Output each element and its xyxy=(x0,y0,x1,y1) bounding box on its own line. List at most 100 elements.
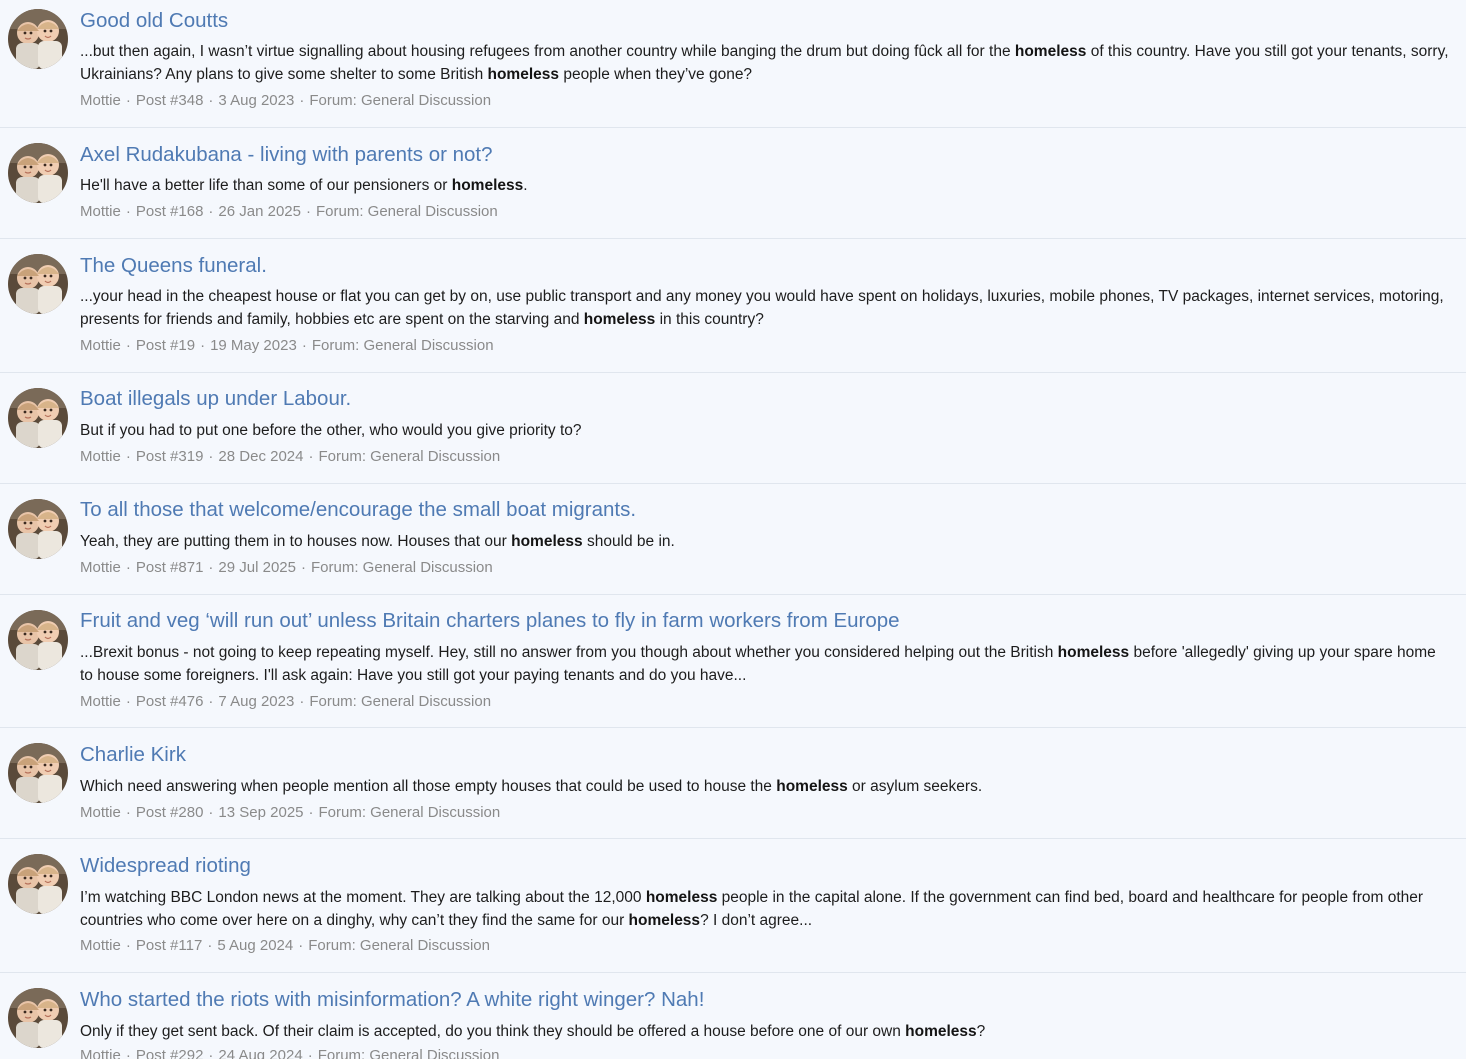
result-title-link[interactable]: Widespread rioting xyxy=(80,854,251,878)
meta-separator: · xyxy=(208,804,214,821)
result-title-link[interactable]: Good old Coutts xyxy=(80,9,228,33)
post-number-link[interactable]: Post #348 xyxy=(136,92,204,109)
author-link[interactable]: Mottie xyxy=(80,693,121,710)
author-link[interactable]: Mottie xyxy=(80,337,121,354)
avatar[interactable] xyxy=(8,9,68,69)
meta-separator: · xyxy=(208,693,214,710)
post-date-link[interactable]: 24 Aug 2024 xyxy=(218,1047,302,1059)
avatar[interactable] xyxy=(8,254,68,314)
forum-link[interactable]: Forum: General Discussion xyxy=(311,559,493,576)
result-meta: Mottie · Post #319 · 28 Dec 2024 · Forum: Gene… xyxy=(80,447,500,467)
result-title-link[interactable]: Axel Rudakubana - living with parents or… xyxy=(80,143,493,167)
meta-separator: · xyxy=(208,448,214,465)
snippet-text: . xyxy=(523,177,528,194)
result-title-link[interactable]: Who started the riots with misinformatio… xyxy=(80,988,704,1012)
result-title-link[interactable]: Fruit and veg ‘will run out’ unless Brit… xyxy=(80,609,900,633)
forum-link[interactable]: Forum: General Discussion xyxy=(308,937,490,954)
forum-link[interactable]: Forum: General Discussion xyxy=(319,804,501,821)
post-number-link[interactable]: Post #117 xyxy=(136,937,202,954)
author-link[interactable]: Mottie xyxy=(80,559,121,576)
result-title-link[interactable]: The Queens funeral. xyxy=(80,254,267,278)
meta-separator: · xyxy=(308,804,314,821)
forum-link[interactable]: Forum: General Discussion xyxy=(319,448,501,465)
post-date-link[interactable]: 3 Aug 2023 xyxy=(218,92,294,109)
author-link[interactable]: Mottie xyxy=(80,804,121,821)
search-result-item: Widespread rioting I’m watching BBC Londo… xyxy=(0,839,1466,973)
search-result-item: To all those that welcome/encourage the … xyxy=(0,484,1466,595)
post-date-link[interactable]: 7 Aug 2023 xyxy=(218,693,294,710)
author-link[interactable]: Mottie xyxy=(80,937,121,954)
meta-separator: · xyxy=(125,92,131,109)
meta-separator: · xyxy=(207,937,213,954)
result-meta: Mottie · Post #117 · 5 Aug 2024 · Forum: Gener… xyxy=(80,936,490,956)
author-link[interactable]: Mottie xyxy=(80,203,121,220)
meta-separator: · xyxy=(125,1047,131,1059)
avatar[interactable] xyxy=(8,610,68,670)
author-link[interactable]: Mottie xyxy=(80,448,121,465)
post-number-link[interactable]: Post #292 xyxy=(136,1047,204,1059)
meta-separator: · xyxy=(208,92,214,109)
meta-separator: · xyxy=(125,693,131,710)
highlighted-term: homeless xyxy=(645,889,718,906)
result-snippet: ...but then again, I wasn’t virtue signa… xyxy=(80,40,1452,86)
search-result-item: The Queens funeral. ...your head in the c… xyxy=(0,239,1466,373)
author-link[interactable]: Mottie xyxy=(80,92,121,109)
result-snippet: Which need answering when people mention… xyxy=(80,775,1452,798)
result-meta: Mottie · Post #476 · 7 Aug 2023 · Forum: Gener… xyxy=(80,692,491,712)
snippet-text: should be in. xyxy=(582,533,675,550)
snippet-text: ? xyxy=(976,1023,986,1040)
search-result-item: Axel Rudakubana - living with parents or… xyxy=(0,128,1466,239)
post-number-link[interactable]: Post #319 xyxy=(136,448,204,465)
result-title-link[interactable]: To all those that welcome/encourage the … xyxy=(80,498,636,522)
highlighted-term: homeless xyxy=(451,177,524,194)
post-number-link[interactable]: Post #19 xyxy=(136,337,195,354)
meta-separator: · xyxy=(306,203,311,220)
snippet-text: people when they’ve gone? xyxy=(559,66,753,83)
meta-separator: · xyxy=(125,203,131,220)
result-meta: Mottie · Post #348 · 3 Aug 2023 · Forum: Gener… xyxy=(80,91,491,111)
meta-separator: · xyxy=(299,92,305,109)
forum-link[interactable]: Forum: General Discussion xyxy=(312,337,494,354)
meta-separator: · xyxy=(208,559,214,576)
post-date-link[interactable]: 13 Sep 2025 xyxy=(218,804,303,821)
meta-separator: · xyxy=(308,448,314,465)
avatar[interactable] xyxy=(8,143,68,203)
post-date-link[interactable]: 28 Dec 2024 xyxy=(218,448,303,465)
meta-separator: · xyxy=(301,559,306,576)
result-title-link[interactable]: Charlie Kirk xyxy=(80,743,186,767)
result-meta: Mottie · Post #19 · 19 May 2023 · Forum: Gener… xyxy=(80,336,494,356)
post-number-link[interactable]: Post #476 xyxy=(136,693,204,710)
result-snippet: ...Brexit bonus - not going to keep repe… xyxy=(80,641,1452,687)
post-date-link[interactable]: 5 Aug 2024 xyxy=(217,937,293,954)
post-date-link[interactable]: 29 Jul 2025 xyxy=(218,559,296,576)
snippet-text: ...but then again, I wasn’t virtue signa… xyxy=(80,43,1015,60)
result-snippet: Only if they get sent back. Of their cla… xyxy=(80,1020,1452,1043)
forum-link[interactable]: Forum: General Discussion xyxy=(309,92,491,109)
post-number-link[interactable]: Post #168 xyxy=(136,203,204,220)
avatar[interactable] xyxy=(8,854,68,914)
result-meta: Mottie · Post #871 · 29 Jul 2025 · Forum: Gene… xyxy=(80,558,493,578)
meta-separator: · xyxy=(208,203,214,220)
highlighted-term: homeless xyxy=(1057,644,1130,661)
avatar[interactable] xyxy=(8,388,68,448)
highlighted-term: homeless xyxy=(905,1023,977,1040)
result-snippet: He'll have a better life than some of ou… xyxy=(80,174,1452,197)
search-result-item: Charlie Kirk Which need answering when pe… xyxy=(0,728,1466,839)
post-date-link[interactable]: 19 May 2023 xyxy=(210,337,297,354)
post-number-link[interactable]: Post #871 xyxy=(136,559,204,576)
meta-separator: · xyxy=(299,693,305,710)
forum-link[interactable]: Forum: General Discussion xyxy=(318,1047,500,1059)
author-link[interactable]: Mottie xyxy=(80,1047,121,1059)
avatar[interactable] xyxy=(8,499,68,559)
highlighted-term: homeless xyxy=(583,311,656,328)
forum-link[interactable]: Forum: General Discussion xyxy=(309,693,491,710)
highlighted-term: homeless xyxy=(487,66,560,83)
result-title-link[interactable]: Boat illegals up under Labour. xyxy=(80,387,351,411)
forum-link[interactable]: Forum: General Discussion xyxy=(316,203,498,220)
avatar[interactable] xyxy=(8,743,68,803)
avatar[interactable] xyxy=(8,988,68,1048)
post-date-link[interactable]: 26 Jan 2025 xyxy=(218,203,301,220)
post-number-link[interactable]: Post #280 xyxy=(136,804,204,821)
search-result-item: Fruit and veg ‘will run out’ unless Brit… xyxy=(0,595,1466,728)
result-snippet: ...your head in the cheapest house or fl… xyxy=(80,285,1452,331)
